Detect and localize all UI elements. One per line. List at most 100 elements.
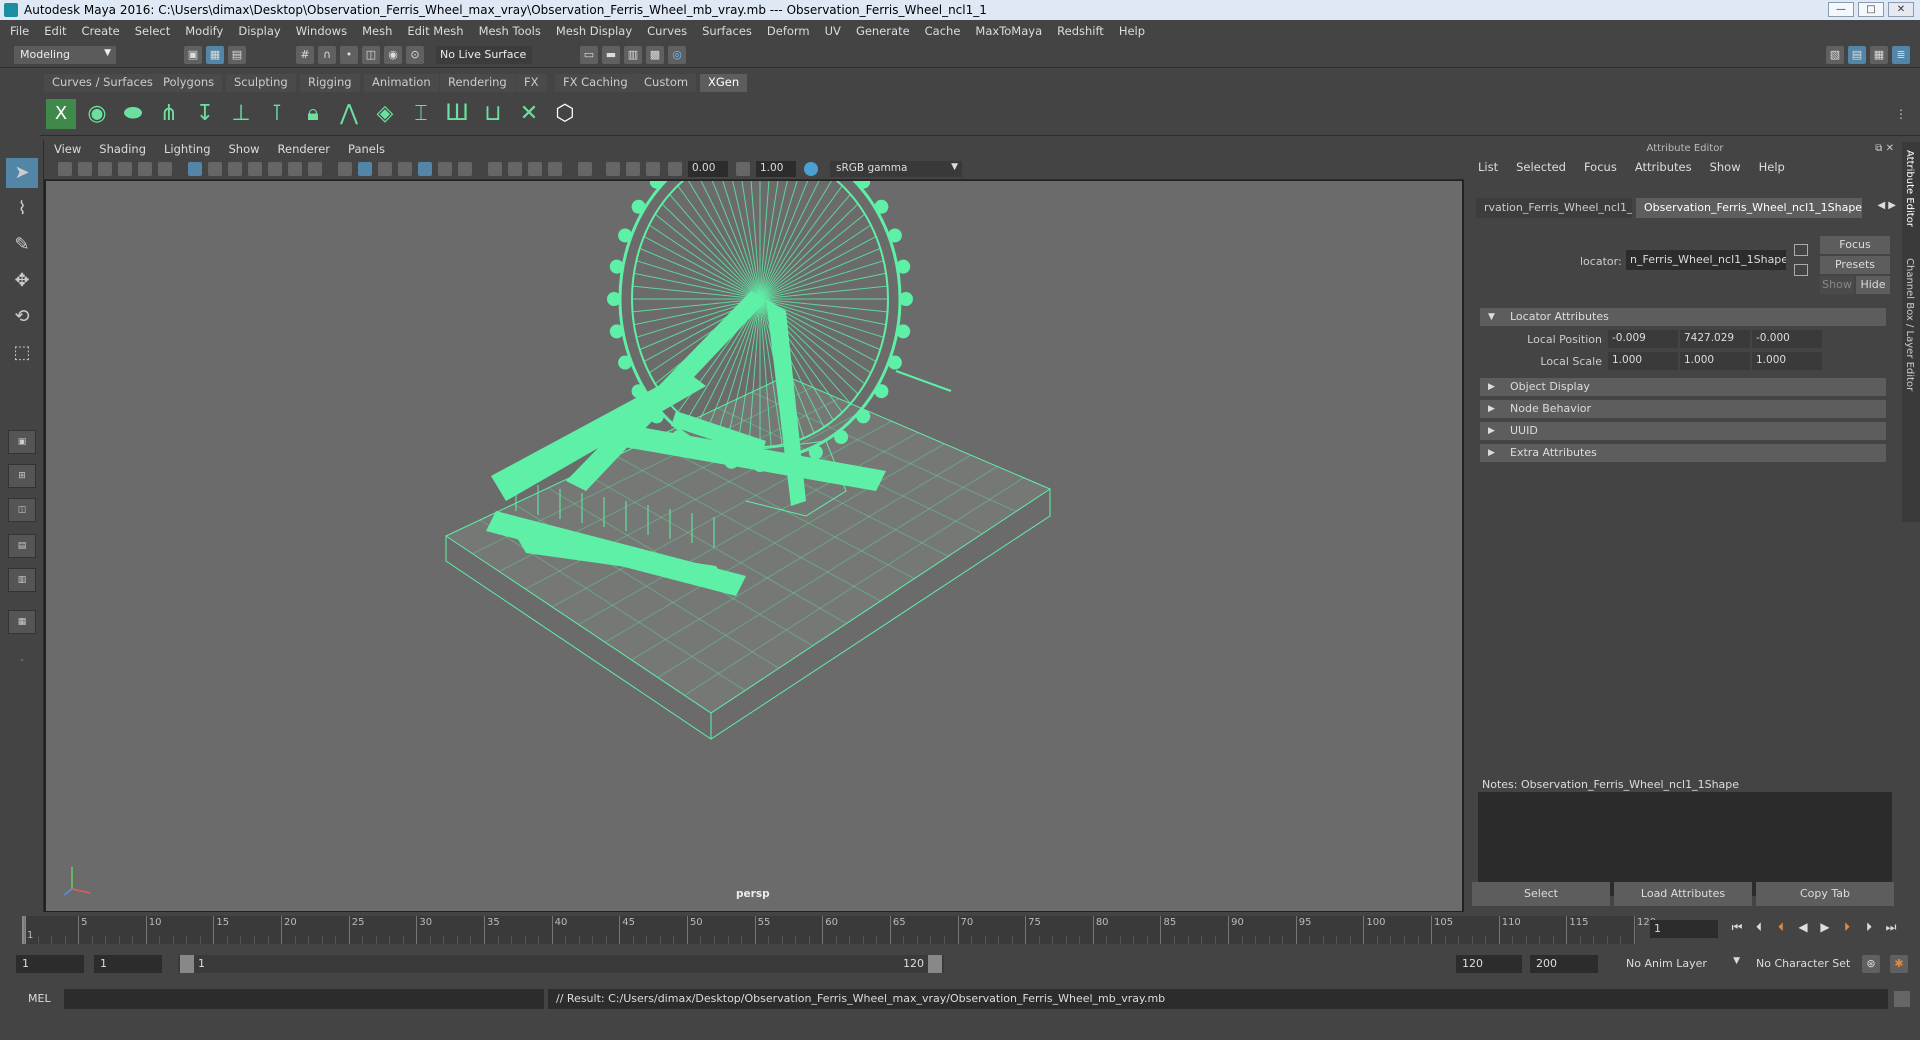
menu-mesh-tools[interactable]: Mesh Tools: [479, 24, 541, 38]
menu-generate[interactable]: Generate: [856, 24, 910, 38]
menu-windows[interactable]: Windows: [296, 24, 347, 38]
step-back-key-icon[interactable]: ⏴: [1772, 920, 1790, 938]
panel-menu-renderer[interactable]: Renderer: [278, 142, 331, 156]
animation-end-field[interactable]: 200: [1530, 955, 1598, 973]
side-tab-attribute-editor[interactable]: Attribute Editor: [1904, 150, 1915, 227]
layers-icon[interactable]: ◈: [370, 99, 400, 129]
range-bar[interactable]: 1 120: [178, 955, 944, 973]
snap-point-icon[interactable]: •: [340, 46, 358, 64]
channel-box-toggle-icon[interactable]: ≣: [1892, 46, 1910, 64]
animation-preferences-icon[interactable]: ✱: [1890, 955, 1908, 973]
ae-menu-list[interactable]: List: [1478, 160, 1498, 174]
menu-maxtomaya[interactable]: MaxToMaya: [975, 24, 1042, 38]
menu-file[interactable]: File: [10, 24, 29, 38]
side-tab-channel-box[interactable]: Channel Box / Layer Editor: [1904, 258, 1915, 391]
multisample-aa-icon[interactable]: [528, 162, 542, 176]
shelf-tab-rendering[interactable]: Rendering: [440, 74, 515, 92]
bookmark-icon[interactable]: [98, 162, 112, 176]
camera-select-icon[interactable]: [58, 162, 72, 176]
menu-create[interactable]: Create: [82, 24, 120, 38]
animation-start-field[interactable]: 1: [16, 955, 84, 973]
motion-blur-icon[interactable]: [508, 162, 522, 176]
tool-settings-icon[interactable]: ▦: [1870, 46, 1888, 64]
shelf-tab-fx[interactable]: FX: [516, 74, 547, 92]
play-backwards-icon[interactable]: ◀: [1794, 920, 1812, 938]
close-button[interactable]: ✕: [1888, 2, 1914, 17]
render-view-icon[interactable]: ▭: [580, 46, 598, 64]
shelf-tab-animation[interactable]: Animation: [364, 74, 439, 92]
section-locator-attributes[interactable]: ▼ Locator Attributes: [1480, 308, 1886, 326]
add-guide-icon[interactable]: ↧: [190, 99, 220, 129]
play-forwards-icon[interactable]: ▶: [1816, 920, 1834, 938]
focus-button[interactable]: Focus: [1820, 236, 1890, 254]
lasso-tool-icon[interactable]: ⌇: [6, 194, 38, 224]
menu-redshift[interactable]: Redshift: [1057, 24, 1104, 38]
hide-button[interactable]: Hide: [1856, 276, 1890, 294]
notes-textarea[interactable]: [1478, 792, 1892, 896]
menu-surfaces[interactable]: Surfaces: [702, 24, 752, 38]
shelf-tab-xgen[interactable]: XGen: [700, 74, 748, 92]
move-tool-icon[interactable]: ✥: [6, 266, 38, 296]
textured-icon[interactable]: [418, 162, 432, 176]
shelf-tab-curves-surfaces[interactable]: Curves / Surfaces: [44, 74, 161, 92]
ipr-render-icon[interactable]: ▥: [624, 46, 642, 64]
shelf-tab-rigging[interactable]: Rigging: [300, 74, 360, 92]
use-all-lights-icon[interactable]: [438, 162, 452, 176]
locator-name-field[interactable]: n_Ferris_Wheel_ncl1_1Shape: [1626, 250, 1786, 270]
tab-shape-node[interactable]: Observation_Ferris_Wheel_ncl1_1Shape: [1636, 198, 1862, 218]
image-plane-icon[interactable]: [118, 162, 132, 176]
menu-edit[interactable]: Edit: [44, 24, 66, 38]
range-end-handle[interactable]: [928, 955, 942, 973]
xray-joints-icon[interactable]: [646, 162, 660, 176]
safe-title-icon[interactable]: [308, 162, 322, 176]
local-scale-x[interactable]: 1.000: [1608, 352, 1678, 370]
menu-mesh-display[interactable]: Mesh Display: [556, 24, 632, 38]
local-scale-z[interactable]: 1.000: [1752, 352, 1822, 370]
3d-viewport[interactable]: persp: [46, 181, 1462, 911]
tab-scroll-arrows-icon[interactable]: ◀ ▶: [1877, 200, 1896, 211]
hypershade-icon[interactable]: ◎: [668, 46, 686, 64]
rebuild-guides-icon[interactable]: ⊔: [478, 99, 508, 129]
screen-space-ao-icon[interactable]: [488, 162, 502, 176]
select-component-icon[interactable]: ▤: [228, 46, 246, 64]
place-guides-icon[interactable]: ⋔: [154, 99, 184, 129]
four-view-layout-icon[interactable]: ⊞: [8, 464, 36, 488]
section-object-display[interactable]: ▶ Object Display: [1480, 378, 1886, 396]
select-object-icon[interactable]: ▦: [206, 46, 224, 64]
render-settings-icon[interactable]: ▩: [646, 46, 664, 64]
anim-layer-dropdown[interactable]: No Anim Layer ▼: [1620, 955, 1744, 973]
load-attributes-button[interactable]: Load Attributes: [1614, 882, 1752, 906]
panel-menu-panels[interactable]: Panels: [348, 142, 385, 156]
step-forward-frame-icon[interactable]: ⏵: [1860, 920, 1878, 938]
hypershade-layout-icon[interactable]: ▦: [8, 610, 36, 634]
local-position-y[interactable]: 7427.029: [1680, 330, 1750, 348]
gamma-icon[interactable]: [736, 162, 750, 176]
command-input[interactable]: [64, 989, 544, 1009]
shelf-scroll-icon[interactable]: ⋮: [1892, 99, 1910, 129]
attribute-editor-toggle-icon[interactable]: ▤: [1848, 46, 1866, 64]
shelf-tab-polygons[interactable]: Polygons: [155, 74, 223, 92]
shelf-tab-sculpting[interactable]: Sculpting: [226, 74, 296, 92]
outliner-layout-icon[interactable]: ▥: [8, 568, 36, 592]
gamma-field[interactable]: 1.00: [756, 161, 796, 177]
isolate-select-icon[interactable]: [578, 162, 592, 176]
snap-grid-icon[interactable]: #: [296, 46, 314, 64]
field-chart-icon[interactable]: [268, 162, 282, 176]
menu-select[interactable]: Select: [135, 24, 170, 38]
xgen-editor-icon[interactable]: X: [46, 99, 76, 129]
clump-guides-icon[interactable]: ⋀: [334, 99, 364, 129]
grease-pencil-icon[interactable]: [158, 162, 172, 176]
auto-key-icon[interactable]: ⊛: [1862, 955, 1880, 973]
wireframe-on-shaded-icon[interactable]: [398, 162, 412, 176]
input-connections-icon[interactable]: [1794, 244, 1808, 256]
ae-menu-selected[interactable]: Selected: [1516, 160, 1566, 174]
create-description-icon[interactable]: ◉: [82, 99, 112, 129]
go-to-start-icon[interactable]: ⏮: [1728, 920, 1746, 938]
safe-action-icon[interactable]: [288, 162, 302, 176]
ae-menu-focus[interactable]: Focus: [1584, 160, 1617, 174]
camera-attributes-icon[interactable]: [78, 162, 92, 176]
presets-button[interactable]: Presets: [1820, 256, 1890, 274]
panel-float-close-icons[interactable]: ⧉ ✕: [1875, 143, 1894, 154]
single-view-layout-icon[interactable]: ▣: [8, 430, 36, 454]
exposure-icon[interactable]: [668, 162, 682, 176]
